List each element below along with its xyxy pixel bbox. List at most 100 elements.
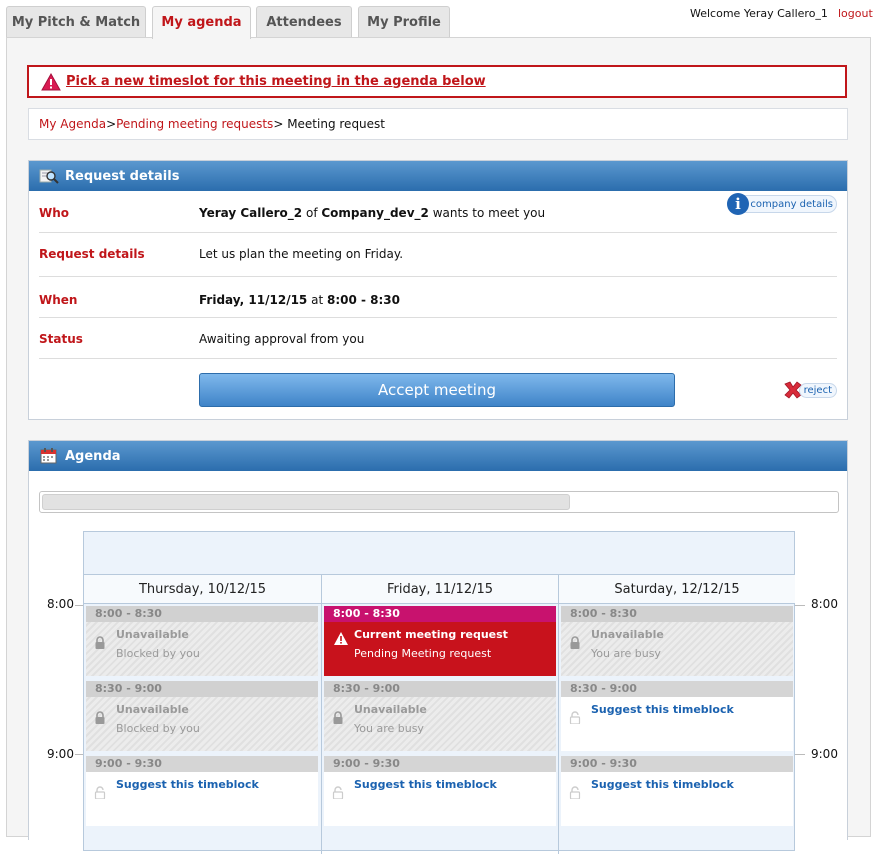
slot-subtitle: You are busy [591,647,661,660]
lock-icon [333,711,343,724]
slot-available[interactable]: 9:00 - 9:30 Suggest this timeblock [324,756,556,826]
agenda-header: Agenda [29,441,847,471]
breadcrumb-pending-requests[interactable]: Pending meeting requests [116,117,273,131]
slot-unavailable: 8:00 - 8:30 Unavailable You are busy [561,606,793,676]
when-time: 8:00 - 8:30 [326,293,400,307]
when-row: When Friday, 11/12/15 at 8:00 - 8:30 [39,277,837,318]
warning-icon [41,72,61,90]
when-at: at [307,293,327,307]
requester-company: Company_dev_2 [321,206,429,220]
request-details-row: Request details Let us plan the meeting … [39,233,837,277]
agenda-scrollbar[interactable] [39,491,839,513]
unlock-icon [569,711,581,724]
day-header: Friday, 11/12/15 [322,574,558,604]
scrollbar-thumb[interactable] [42,494,570,510]
breadcrumb-my-agenda[interactable]: My Agenda [39,117,106,131]
suggest-timeblock-link[interactable]: Suggest this timeblock [591,778,734,791]
logout-link[interactable]: logout [838,7,873,20]
details-label: Request details [39,247,145,261]
slot-title: Unavailable [116,628,189,641]
magnifier-icon [39,169,59,184]
status-value: Awaiting approval from you [199,332,365,346]
slot-title: Unavailable [116,703,189,716]
slot-available[interactable]: 8:30 - 9:00 Suggest this timeblock [561,681,793,751]
slot-time: 8:00 - 8:30 [561,606,793,622]
who-suffix: wants to meet you [428,206,546,220]
breadcrumb: My Agenda > Pending meeting requests > Meet… [28,108,848,140]
slot-subtitle: Blocked by you [116,647,200,660]
when-value: Friday, 11/12/15 at 8:00 - 8:30 [199,293,400,307]
slot-unavailable: 8:30 - 9:00 Unavailable You are busy [324,681,556,751]
agenda-panel: Agenda 8:00 8:00 9:00 9:00 Thursday, 10/… [28,440,848,854]
tab-my-profile[interactable]: My Profile [358,6,450,38]
day-header: Thursday, 10/12/15 [84,574,321,604]
slot-available[interactable]: 9:00 - 9:30 Suggest this timeblock [86,756,318,826]
welcome-text: Welcome Yeray Callero_1 [690,7,828,20]
time-label-8: 8:00 [47,597,74,611]
slot-unavailable: 8:00 - 8:30 Unavailable Blocked by you [86,606,318,676]
suggest-timeblock-link[interactable]: Suggest this timeblock [591,703,734,716]
calendar-icon [40,448,57,464]
day-column-friday: Friday, 11/12/15 8:00 - 8:30 Current mee… [321,574,558,854]
reject-label: reject [799,383,837,398]
who-of: of [302,206,322,220]
breadcrumb-current: Meeting request [283,117,385,131]
slot-current-request[interactable]: 8:00 - 8:30 Current meeting request Pend… [324,606,556,676]
lock-icon [570,636,580,649]
unlock-icon [569,786,581,799]
tab-my-agenda[interactable]: My agenda [152,6,251,39]
unlock-icon [332,786,344,799]
info-icon: i [727,193,749,215]
slot-time: 8:00 - 8:30 [324,606,556,622]
lock-icon [95,711,105,724]
details-value: Let us plan the meeting on Friday. [199,247,404,261]
slot-time: 8:30 - 9:00 [324,681,556,697]
slot-subtitle: You are busy [354,722,424,735]
lock-icon [95,636,105,649]
slot-title: Current meeting request [354,628,508,641]
slot-time: 8:30 - 9:00 [561,681,793,697]
reject-button[interactable]: reject [782,379,837,401]
warning-icon [334,632,348,645]
when-label: When [39,293,78,307]
timeslot-alert: Pick a new timeslot for this meeting in … [27,65,847,98]
tab-pitch-match[interactable]: My Pitch & Match [6,6,146,38]
company-details-button[interactable]: i company details [727,193,837,215]
breadcrumb-separator: > [106,117,117,131]
request-details-header: Request details [29,161,847,191]
slot-time: 9:00 - 9:30 [324,756,556,772]
slot-title: Unavailable [591,628,664,641]
slot-time: 9:00 - 9:30 [86,756,318,772]
agenda-grid: Thursday, 10/12/15 8:00 - 8:30 Unavailab… [83,531,795,854]
time-label-9-right: 9:00 [811,747,838,761]
alert-link[interactable]: Pick a new timeslot for this meeting in … [66,74,486,89]
accept-meeting-button[interactable]: Accept meeting [199,373,675,407]
suggest-timeblock-link[interactable]: Suggest this timeblock [354,778,497,791]
time-label-9: 9:00 [47,747,74,761]
time-label-8-right: 8:00 [811,597,838,611]
slot-time: 8:30 - 9:00 [86,681,318,697]
breadcrumb-separator: > [273,117,284,131]
day-column-saturday: Saturday, 12/12/15 8:00 - 8:30 Unavailab… [558,574,795,854]
suggest-timeblock-link[interactable]: Suggest this timeblock [116,778,259,791]
slot-unavailable: 8:30 - 9:00 Unavailable Blocked by you [86,681,318,751]
who-value: Yeray Callero_2 of Company_dev_2 wants t… [199,206,545,220]
slot-subtitle: Pending Meeting request [354,647,492,660]
slot-title: Unavailable [354,703,427,716]
slot-subtitle: Blocked by you [116,722,200,735]
who-row: Who Yeray Callero_2 of Company_dev_2 wan… [39,192,837,233]
status-label: Status [39,332,83,346]
agenda-title: Agenda [65,448,121,464]
requester-name: Yeray Callero_2 [199,206,303,220]
status-row: Status Awaiting approval from you [39,318,837,359]
who-label: Who [39,206,70,220]
tab-attendees[interactable]: Attendees [256,6,352,38]
when-date: Friday, 11/12/15 [199,293,308,307]
day-header: Saturday, 12/12/15 [559,574,795,604]
unlock-icon [94,786,106,799]
request-details-panel: Request details Who Yeray Callero_2 of C… [28,160,848,420]
slot-available[interactable]: 9:00 - 9:30 Suggest this timeblock [561,756,793,826]
company-details-label: company details [750,198,833,210]
day-column-thursday: Thursday, 10/12/15 8:00 - 8:30 Unavailab… [84,574,321,854]
request-details-title: Request details [65,168,180,184]
